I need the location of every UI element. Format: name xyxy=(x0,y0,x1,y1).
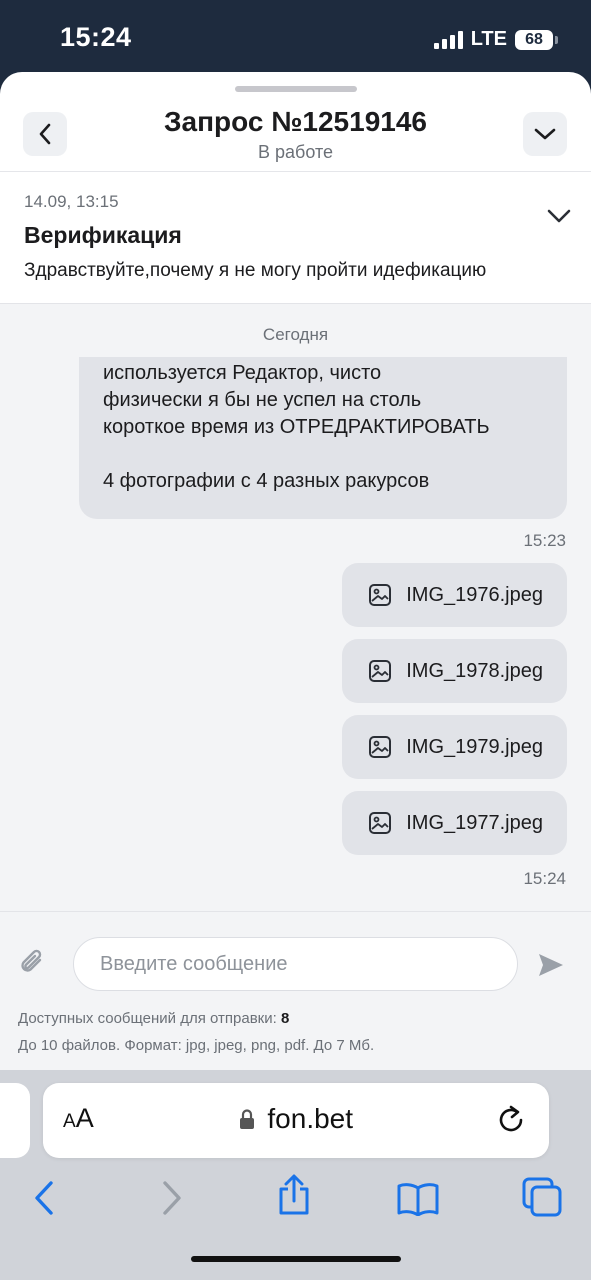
previous-tab[interactable] xyxy=(0,1083,30,1158)
support-sheet: Запрос №12519146 В работе 14.09, 13:15 В… xyxy=(0,72,591,1280)
file-attachment[interactable]: IMG_1976.jpeg xyxy=(342,563,567,627)
share-icon[interactable] xyxy=(276,1174,312,1216)
chat-thread[interactable]: Сегодня что очень хорошо видно, что не и… xyxy=(0,303,591,911)
file-name: IMG_1976.jpeg xyxy=(406,583,543,606)
signal-icon xyxy=(433,30,463,49)
status-time: 15:24 xyxy=(60,22,132,52)
request-status: В работе xyxy=(257,142,333,162)
home-indicator[interactable] xyxy=(191,1256,401,1262)
image-file-icon xyxy=(369,584,392,606)
status-indicators: LTE 68 xyxy=(433,28,558,51)
page-title: Запрос №12519146 xyxy=(163,106,427,137)
ticket-summary[interactable]: 14.09, 13:15 Верификация Здравствуйте,по… xyxy=(0,172,591,303)
chevron-down-icon xyxy=(534,128,556,140)
available-label: Доступных сообщений для отправки: xyxy=(18,1010,277,1027)
status-bar: 15:24 LTE 68 xyxy=(0,0,591,72)
image-file-icon xyxy=(369,736,392,758)
collapse-button[interactable] xyxy=(523,112,567,156)
message-input[interactable] xyxy=(73,937,518,991)
paperclip-icon[interactable] xyxy=(18,946,48,978)
browser-forward-icon[interactable] xyxy=(160,1180,184,1216)
file-attachment[interactable]: IMG_1979.jpeg xyxy=(342,715,567,779)
composer-limits: Доступных сообщений для отправки: 8 До 1… xyxy=(18,1005,374,1059)
file-name: IMG_1978.jpeg xyxy=(406,659,543,682)
browser-back-icon[interactable] xyxy=(32,1180,56,1216)
tabs-icon[interactable] xyxy=(521,1176,563,1218)
bookmarks-icon[interactable] xyxy=(396,1182,440,1216)
message-composer: Доступных сообщений для отправки: 8 До 1… xyxy=(0,911,591,1070)
sheet-grabber[interactable] xyxy=(235,86,357,92)
reload-icon[interactable] xyxy=(497,1103,527,1135)
lock-icon xyxy=(239,1109,254,1129)
url-field[interactable]: fon.bet xyxy=(43,1103,549,1135)
image-file-icon xyxy=(369,660,392,682)
ticket-date: 14.09, 13:15 xyxy=(24,192,119,211)
message-bubble: что очень хорошо видно, что не используе… xyxy=(79,357,567,519)
send-icon[interactable] xyxy=(537,952,565,978)
files-time: 15:24 xyxy=(523,869,566,888)
file-rules: До 10 файлов. Формат: jpg, jpeg, png, pd… xyxy=(18,1037,375,1054)
expand-chevron-icon[interactable] xyxy=(547,208,571,224)
available-messages: Доступных сообщений для отправки: 8 xyxy=(18,1005,374,1032)
message-text: что очень хорошо видно, что не используе… xyxy=(103,362,490,492)
message-time: 15:23 xyxy=(523,531,566,550)
file-name: IMG_1979.jpeg xyxy=(406,735,543,758)
file-name: IMG_1977.jpeg xyxy=(406,811,543,834)
day-separator: Сегодня xyxy=(262,325,329,344)
browser-chrome: AA fon.bet xyxy=(0,1070,591,1280)
battery-icon: 68 xyxy=(515,29,558,50)
url-text: fon.bet xyxy=(267,1103,354,1134)
ticket-preview: Здравствуйте,почему я не могу пройти иде… xyxy=(24,260,487,281)
file-attachment[interactable]: IMG_1978.jpeg xyxy=(342,639,567,703)
available-count: 8 xyxy=(280,1010,290,1027)
image-file-icon xyxy=(369,812,392,834)
file-attachment[interactable]: IMG_1977.jpeg xyxy=(342,791,567,855)
address-bar[interactable]: AA fon.bet xyxy=(43,1083,549,1158)
network-label: LTE xyxy=(470,28,507,50)
ticket-title: Верификация xyxy=(24,222,182,248)
